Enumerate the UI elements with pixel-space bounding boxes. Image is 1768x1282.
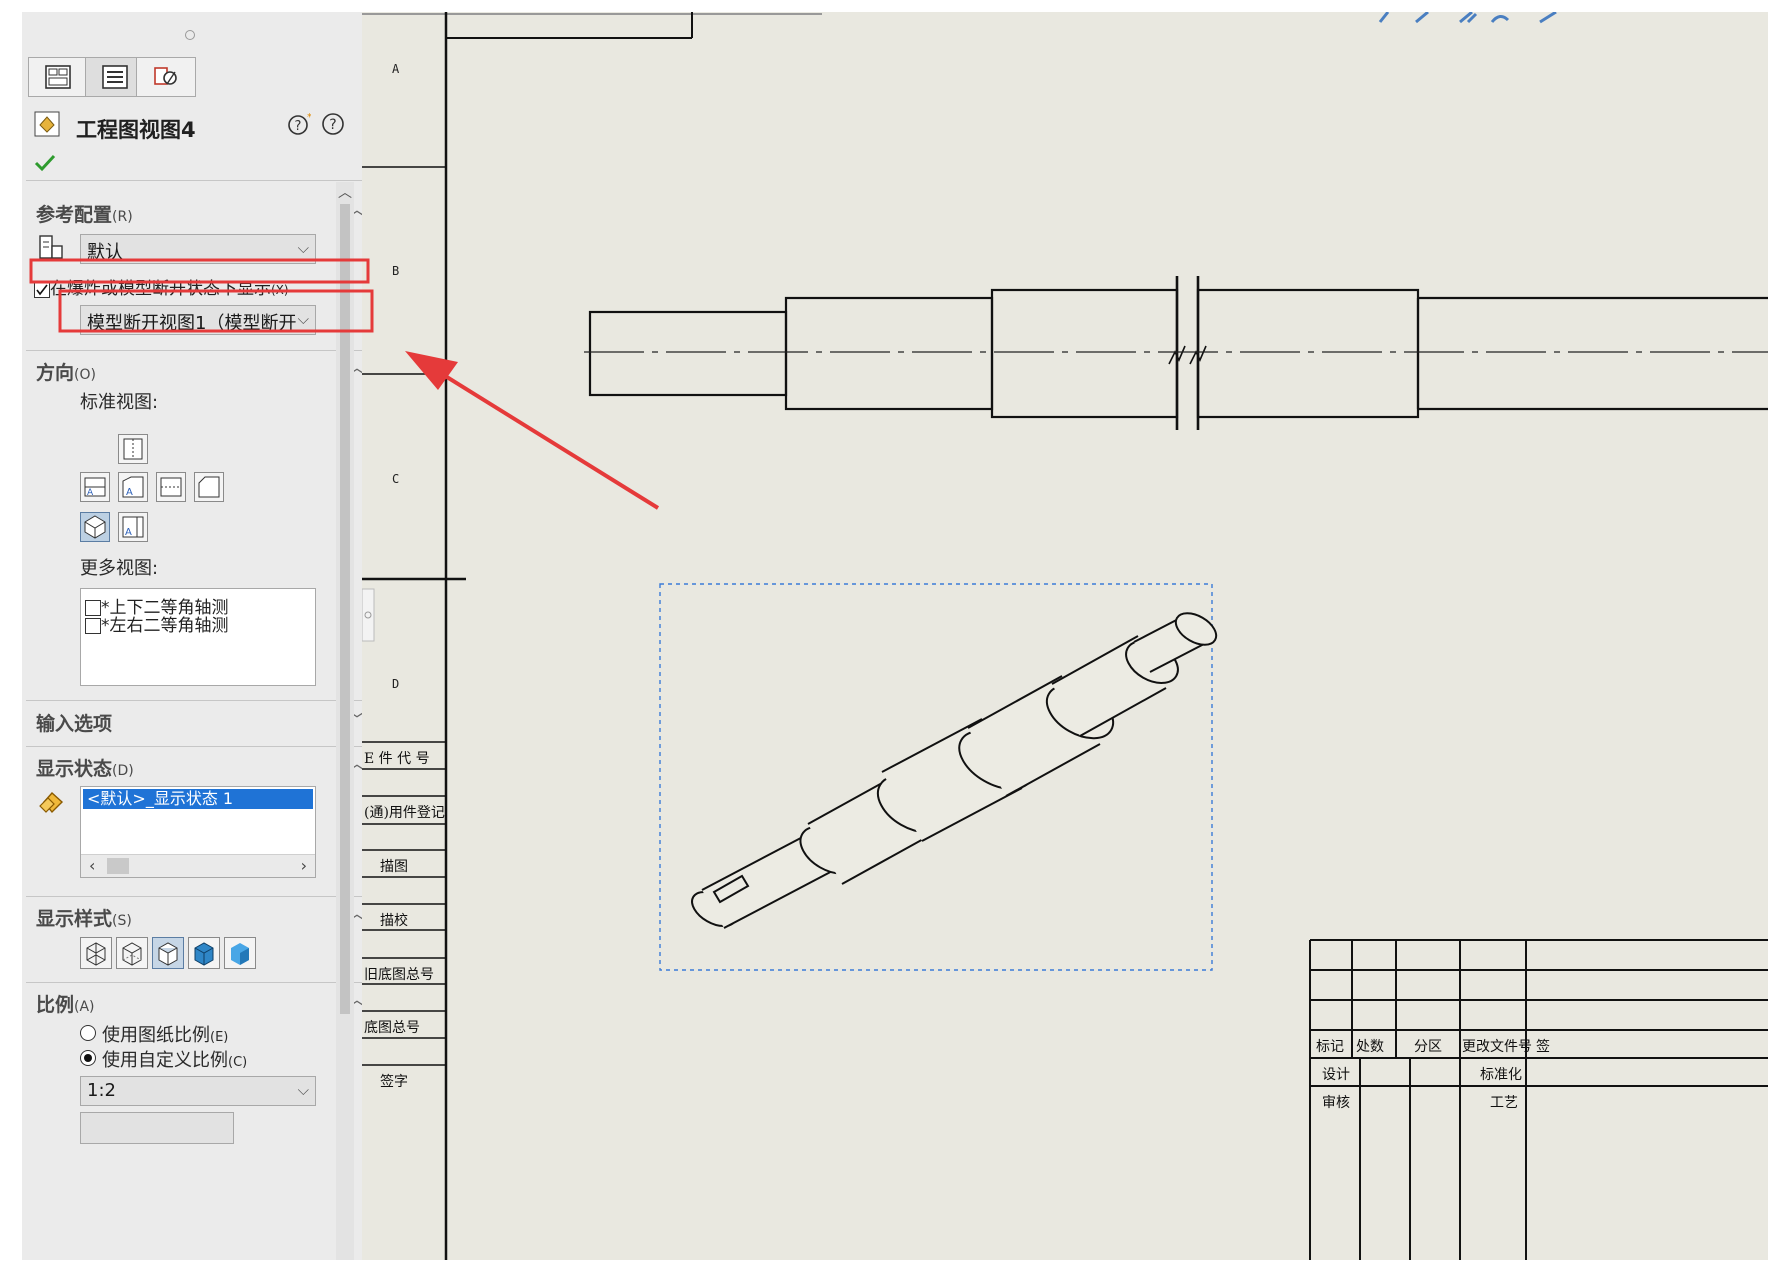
separator <box>26 700 368 701</box>
more-views-list[interactable]: *上下二等角轴测 *左右二等角轴测 <box>80 588 316 686</box>
scroll-left-icon[interactable]: ‹ <box>89 856 95 875</box>
horizontal-scrollbar[interactable]: ‹ › <box>81 854 315 877</box>
chevron-down-icon: ⌵ <box>297 1081 309 1099</box>
left-title-cell: 旧底图总号 <box>364 967 434 983</box>
title-block-cell: 审核 <box>1322 1095 1350 1111</box>
use-custom-scale-label[interactable]: 使用自定义比例(C) <box>102 1046 247 1072</box>
checkbox-box[interactable] <box>85 618 101 634</box>
title-block-cell: 标记 <box>1316 1039 1344 1055</box>
left-title-cell: (通)用件登记 <box>364 805 445 821</box>
display-state-list[interactable]: <默认>_显示状态 1 ‹ › <box>80 786 316 878</box>
use-sheet-scale-label[interactable]: 使用图纸比例(E) <box>102 1021 228 1047</box>
scale-select-value: 1:2 <box>87 1080 116 1101</box>
scrollbar-thumb[interactable] <box>107 858 129 874</box>
red-annotation-overlay <box>29 258 660 510</box>
display-state-icon <box>39 792 64 814</box>
use-sheet-scale-radio[interactable] <box>80 1025 96 1041</box>
scale-input-partial[interactable] <box>80 1112 234 1144</box>
left-title-cell: 描校 <box>380 913 408 929</box>
hidden-lines-removed-icon <box>158 942 178 966</box>
title-block-cell: 处数 <box>1356 1039 1384 1055</box>
separator <box>26 982 368 983</box>
left-title-cell: 签字 <box>380 1074 408 1090</box>
solidworks-drawing-window: 工程图视图4 ? * ? 参考配置(R) ︿ 默认 ⌵ 在爆 <box>22 12 1768 1260</box>
left-title-cell: 描图 <box>380 859 408 875</box>
wireframe-icon <box>86 942 106 966</box>
more-view-item[interactable]: *左右二等角轴测 <box>85 611 229 636</box>
title-block-cell: 分区 <box>1414 1039 1442 1055</box>
title-block-cell: 设计 <box>1322 1067 1350 1083</box>
shaded-button[interactable] <box>224 937 256 969</box>
title-block-cell: 更改文件号 <box>1462 1039 1532 1055</box>
hidden-lines-removed-button[interactable] <box>152 937 184 969</box>
wireframe-button[interactable] <box>80 937 112 969</box>
section-scale[interactable]: 比例(A) <box>36 990 95 1017</box>
use-custom-scale-radio[interactable] <box>80 1050 96 1066</box>
shaded-icon <box>231 943 249 965</box>
heads-up-toolbar-icons[interactable] <box>1372 12 1572 24</box>
title-block-cell: 标准化 <box>1480 1067 1522 1083</box>
separator <box>26 746 368 747</box>
more-views-label: 更多视图: <box>80 558 159 579</box>
title-block-cell: 工艺 <box>1490 1095 1518 1111</box>
shaded-with-edges-button[interactable] <box>188 937 220 969</box>
zone-label: D <box>392 677 400 691</box>
hidden-lines-visible-icon <box>122 942 142 966</box>
section-display-style[interactable]: 显示样式(S) <box>36 904 132 931</box>
left-title-cell: 底图总号 <box>364 1020 420 1036</box>
display-state-item-selected[interactable]: <默认>_显示状态 1 <box>83 789 313 809</box>
scroll-right-icon[interactable]: › <box>301 856 307 875</box>
scale-select[interactable]: 1:2 ⌵ <box>80 1076 316 1106</box>
more-view-item-label: *左右二等角轴测 <box>101 616 229 636</box>
title-block-cell: 签 <box>1536 1039 1550 1055</box>
shaded-with-edges-icon <box>194 942 214 966</box>
hidden-lines-visible-button[interactable] <box>116 937 148 969</box>
separator <box>26 896 368 897</box>
left-title-cell: E 件 代 号 <box>364 751 430 767</box>
section-display-state[interactable]: 显示状态(D) <box>36 754 134 781</box>
section-import-options[interactable]: 输入选项 <box>36 709 112 736</box>
